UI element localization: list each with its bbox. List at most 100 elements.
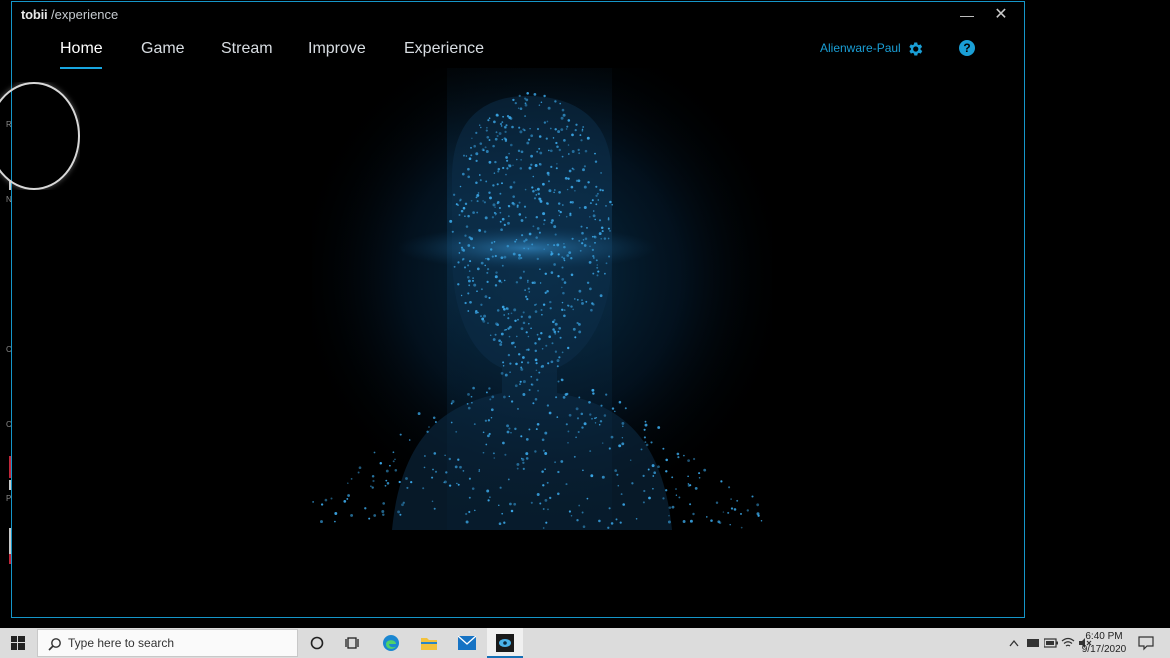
particle-dot xyxy=(503,395,506,399)
particle-dot xyxy=(503,223,506,227)
particle-dot xyxy=(472,386,475,390)
particle-dot xyxy=(500,125,503,127)
taskbar-clock[interactable]: 6:40 PM 9/17/2020 xyxy=(1076,630,1132,656)
search-icon xyxy=(48,638,61,651)
particle-dot xyxy=(596,266,599,269)
user-profile-link[interactable]: Alienware-Paul xyxy=(820,41,901,55)
particle-dot xyxy=(600,226,604,230)
particle-dot xyxy=(528,322,530,325)
particle-dot xyxy=(558,326,562,330)
particle-dot xyxy=(536,422,540,426)
particle-dot xyxy=(485,150,489,153)
particle-dot xyxy=(592,210,595,212)
particle-dot xyxy=(492,184,495,187)
particle-dot xyxy=(596,192,599,195)
gear-icon[interactable] xyxy=(906,40,924,58)
particle-dot xyxy=(500,256,504,260)
cortana-circle-icon xyxy=(310,636,324,650)
particle-dot xyxy=(574,298,576,300)
particle-dot xyxy=(644,441,647,444)
particle-dot xyxy=(484,264,486,267)
particle-dot xyxy=(524,188,527,191)
particle-dot xyxy=(614,469,618,472)
minimize-button[interactable]: — xyxy=(952,4,982,26)
particle-dot xyxy=(417,412,421,416)
tab-stream[interactable]: Stream xyxy=(221,40,273,58)
particle-dot xyxy=(467,167,470,171)
particle-dot xyxy=(488,432,491,436)
particle-dot xyxy=(496,183,499,186)
particle-dot xyxy=(431,500,434,503)
particle-dot xyxy=(524,216,527,219)
particle-dot xyxy=(494,254,497,258)
tobii-taskbar-button[interactable] xyxy=(487,628,523,658)
particle-dot xyxy=(517,149,521,153)
particle-dot xyxy=(652,487,654,490)
tab-game[interactable]: Game xyxy=(141,40,185,58)
particle-dot xyxy=(480,126,482,129)
tab-experience[interactable]: Experience xyxy=(404,40,484,58)
particle-dot xyxy=(487,419,491,422)
particle-dot xyxy=(500,332,504,336)
particle-dot xyxy=(683,454,685,457)
particle-dot xyxy=(512,98,515,102)
particle-dot xyxy=(567,346,570,350)
start-button[interactable] xyxy=(0,628,36,658)
notification-center-icon[interactable] xyxy=(1138,635,1154,651)
file-explorer-button[interactable] xyxy=(411,628,447,658)
chevron-up-icon[interactable] xyxy=(1009,639,1019,647)
task-view-icon xyxy=(345,637,359,649)
particle-dot xyxy=(565,128,568,130)
particle-dot xyxy=(489,398,492,401)
particle-dot xyxy=(581,301,584,305)
particle-dot xyxy=(538,231,541,234)
mail-button[interactable] xyxy=(449,628,485,658)
tray-app-icon[interactable] xyxy=(1027,638,1039,648)
particle-dot xyxy=(471,487,475,490)
particle-dot xyxy=(371,475,375,478)
particle-dot xyxy=(524,103,528,107)
taskbar-search-box[interactable] xyxy=(37,629,298,657)
particle-dot xyxy=(519,130,523,134)
close-button[interactable]: ✕ xyxy=(986,4,1016,26)
particle-dot xyxy=(528,291,531,293)
particle-dot xyxy=(583,244,587,247)
particle-dot xyxy=(463,266,467,269)
wifi-icon[interactable] xyxy=(1061,637,1075,649)
particle-dot xyxy=(579,249,582,252)
particle-dot xyxy=(512,164,514,167)
particle-dot xyxy=(595,185,598,188)
tab-home[interactable]: Home xyxy=(60,40,103,58)
particle-dot xyxy=(592,272,595,275)
particle-dot xyxy=(640,448,643,451)
tab-improve[interactable]: Improve xyxy=(308,40,366,58)
help-icon[interactable]: ? xyxy=(959,40,975,56)
particle-dot xyxy=(557,253,560,256)
particle-dot xyxy=(514,346,516,348)
particle-dot xyxy=(536,187,540,191)
particle-dot xyxy=(575,123,578,126)
particle-dot xyxy=(582,126,585,128)
particle-dot xyxy=(401,503,404,507)
task-view-button[interactable] xyxy=(335,628,371,658)
particle-dot xyxy=(523,205,527,208)
particle-dot xyxy=(648,496,651,500)
particle-dot xyxy=(576,321,579,325)
particle-dot xyxy=(560,116,564,120)
particle-dot xyxy=(722,511,725,513)
cortana-button[interactable] xyxy=(299,628,335,658)
battery-icon[interactable] xyxy=(1044,638,1058,648)
particle-dot xyxy=(512,341,515,344)
particle-dot xyxy=(557,492,560,496)
particle-dot xyxy=(483,230,487,233)
particle-dot xyxy=(397,510,401,514)
particle-dot xyxy=(504,138,508,141)
title-bar[interactable]: tobii /experience — ✕ xyxy=(12,2,1024,28)
particle-dot xyxy=(561,266,564,269)
edge-button[interactable] xyxy=(373,628,409,658)
search-input[interactable] xyxy=(68,630,288,656)
particle-dot xyxy=(543,223,545,225)
particle-dot xyxy=(740,526,743,529)
particle-dot xyxy=(568,169,572,173)
particle-dot xyxy=(567,441,569,444)
